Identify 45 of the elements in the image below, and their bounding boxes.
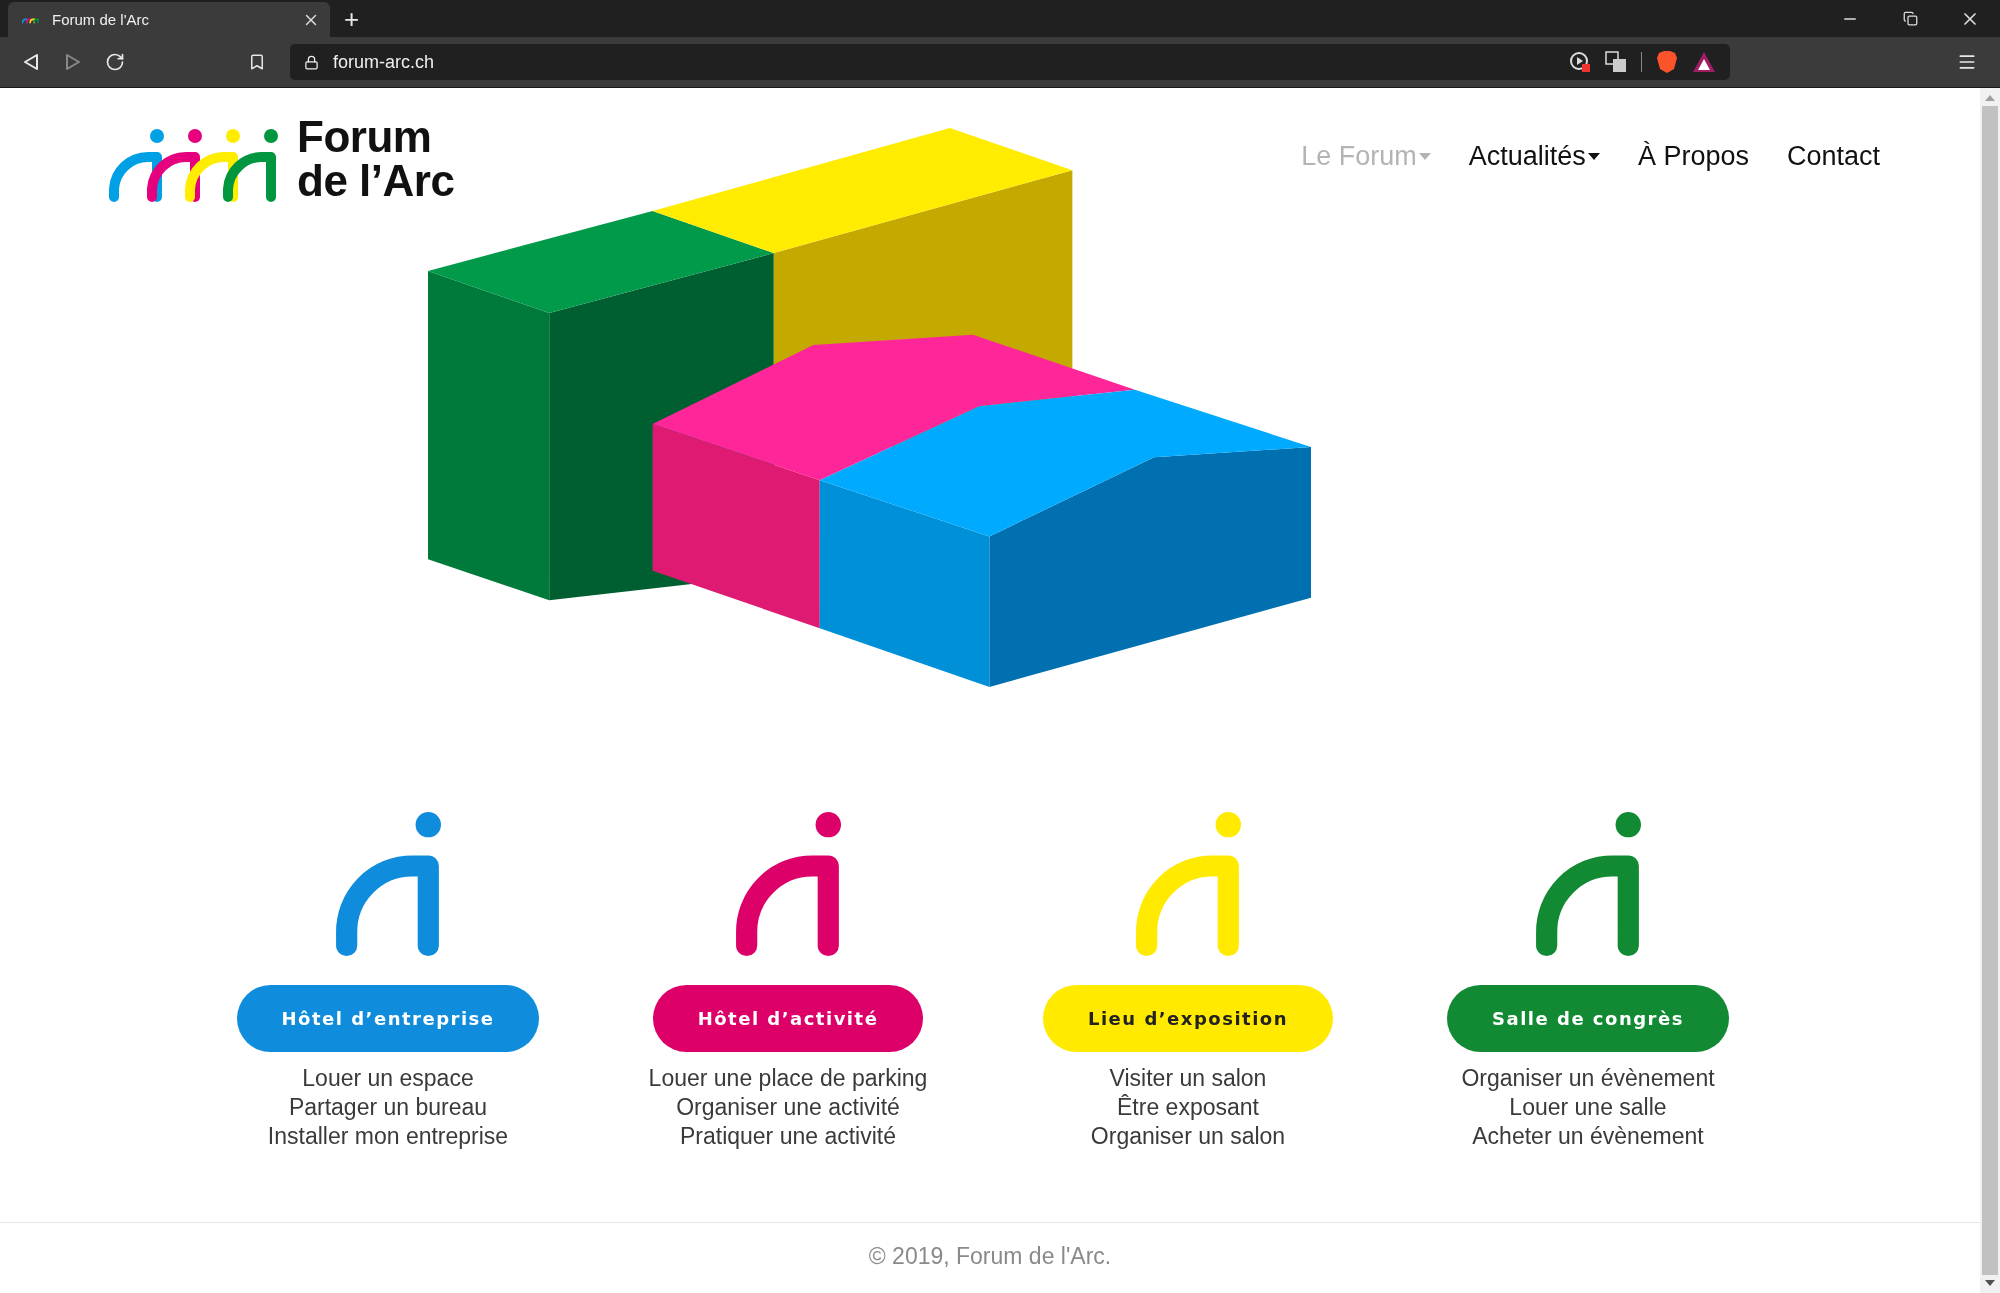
category-button[interactable]: Hôtel d’entreprise: [236, 985, 540, 1052]
person-arc-icon: [735, 809, 841, 959]
service-text: Installer mon entreprise: [267, 1122, 509, 1151]
service-text: Visiter un salon: [1109, 1064, 1267, 1093]
service-text: Être exposant: [1117, 1093, 1259, 1122]
nav-link[interactable]: À Propos: [1637, 141, 1749, 172]
forward-icon: [65, 53, 81, 71]
address-bar[interactable]: forum-arc.ch: [290, 44, 1730, 80]
service-text: Organiser un salon: [1090, 1122, 1286, 1151]
copyright-text: © 2019, Forum de l'Arc.: [868, 1243, 1112, 1271]
restore-icon[interactable]: [1902, 11, 1918, 26]
service-text: Partager un bureau: [288, 1093, 488, 1122]
person-arc-icon: [1135, 809, 1241, 959]
service-text: Louer une salle: [1509, 1093, 1667, 1122]
lock-icon: [304, 54, 319, 70]
back-icon: [23, 53, 39, 71]
triangle-logo-icon[interactable]: [1692, 51, 1716, 73]
nav-link[interactable]: Actualités: [1468, 141, 1600, 172]
browser-tab[interactable]: Forum de l'Arc: [8, 2, 330, 37]
translate-icon[interactable]: [1605, 51, 1627, 73]
bookmark-icon[interactable]: [248, 53, 266, 71]
service-text: Organiser un évènement: [1461, 1064, 1715, 1093]
category-button[interactable]: Salle de congrès: [1447, 985, 1729, 1052]
tab-title: Forum de l'Arc: [52, 11, 151, 28]
menu-icon[interactable]: [1957, 52, 1977, 72]
service-text: Acheter un évènement: [1472, 1122, 1704, 1151]
category-button[interactable]: Hôtel d’activité: [652, 985, 924, 1052]
scrollbar-thumb[interactable]: [1982, 106, 1998, 1275]
media-blocked-icon[interactable]: [1569, 51, 1591, 73]
lion-shield-icon[interactable]: [1656, 50, 1678, 74]
service-text: Louer une place de parking: [648, 1064, 928, 1093]
service-text: Organiser une activité: [676, 1093, 900, 1122]
new-tab-button[interactable]: +: [330, 0, 374, 37]
scroll-down-icon[interactable]: [1985, 1279, 1995, 1287]
url-text: forum-arc.ch: [333, 51, 436, 73]
scrollbar[interactable]: [1980, 88, 2000, 1293]
service-text: Louer un espace: [302, 1064, 474, 1093]
logo-text: Forum: [297, 115, 433, 159]
category-button[interactable]: Lieu d’exposition: [1042, 985, 1334, 1052]
nav-link[interactable]: Contact: [1786, 141, 1880, 172]
reload-icon[interactable]: [105, 52, 125, 72]
person-arc-icon: [335, 809, 441, 959]
logo-text: de l’Arc: [297, 159, 455, 203]
person-arc-icon: [1535, 809, 1641, 959]
service-text: Pratiquer une activité: [679, 1122, 897, 1151]
